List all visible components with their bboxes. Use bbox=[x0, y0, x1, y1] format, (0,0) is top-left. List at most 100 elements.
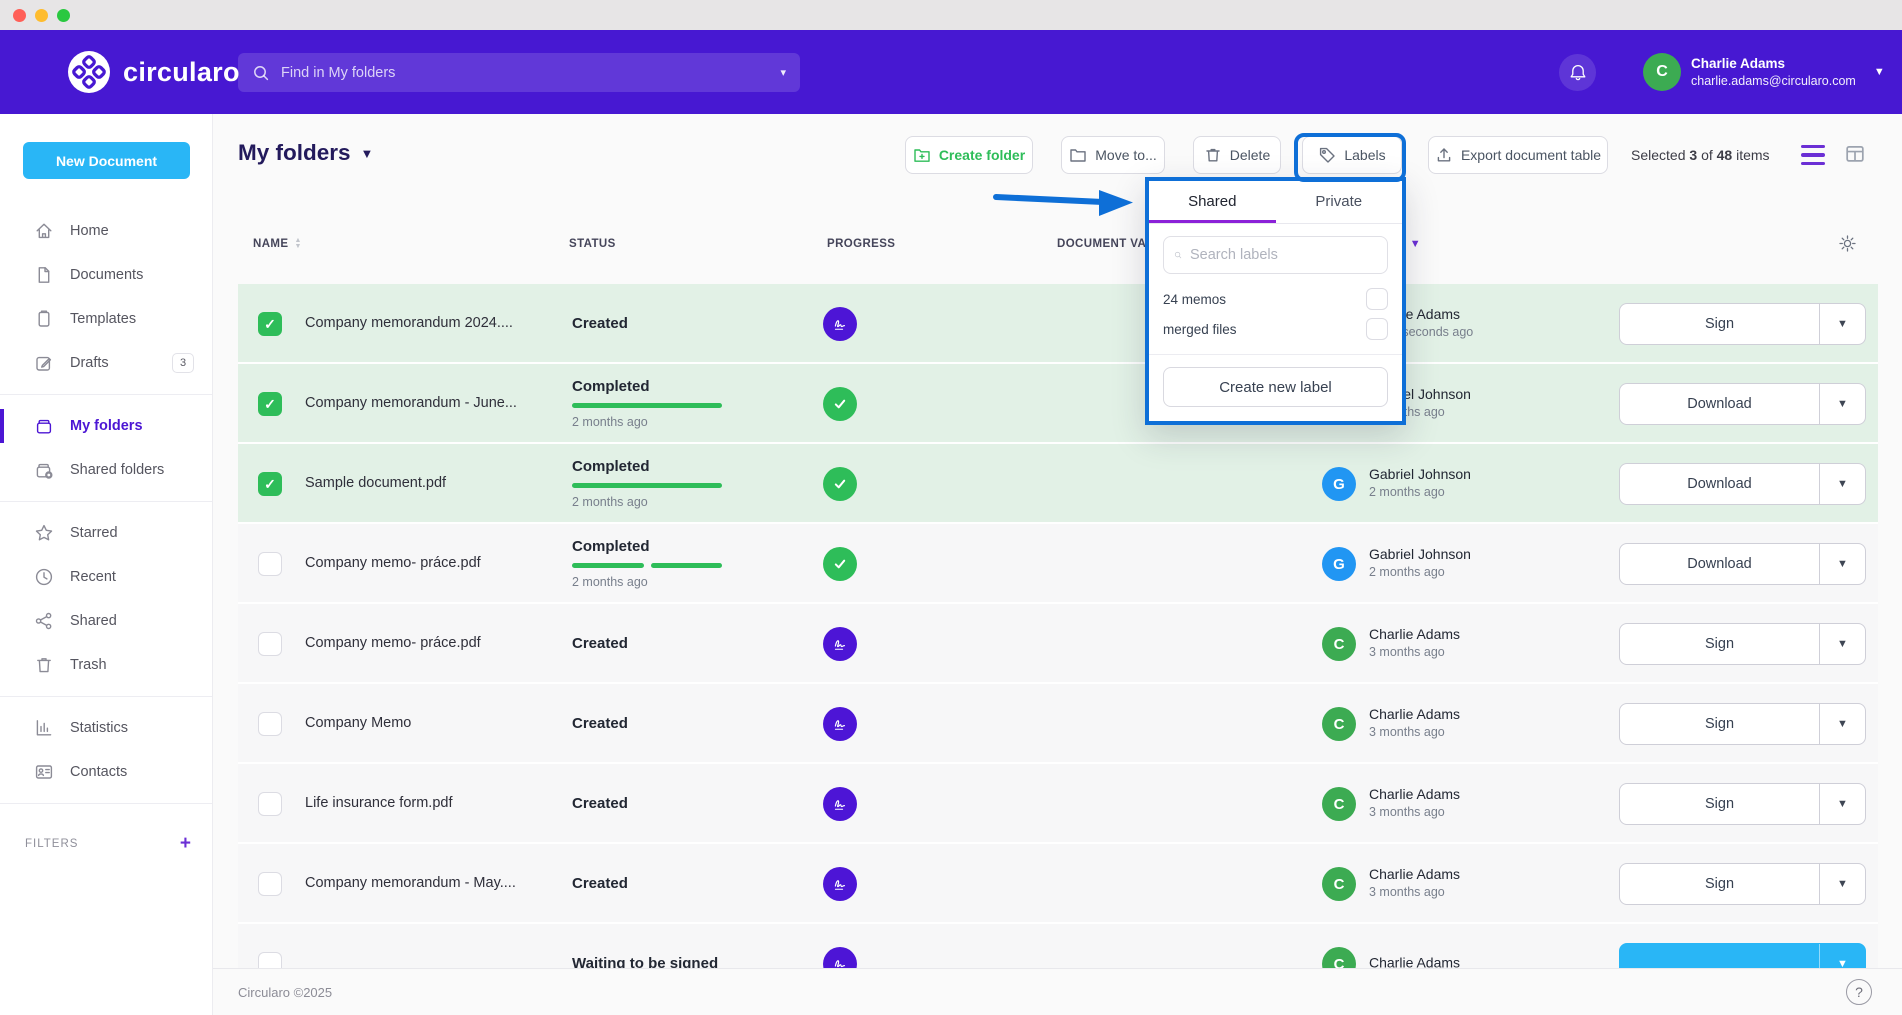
signature-progress-icon[interactable] bbox=[823, 787, 857, 821]
sidebar-item-templates[interactable]: Templates bbox=[0, 297, 212, 341]
sidebar-item-contacts[interactable]: Contacts bbox=[0, 750, 212, 794]
table-row[interactable]: ✓ Sample document.pdf Completed 2 months… bbox=[238, 444, 1878, 524]
table-row[interactable]: ✓ Company memo- práce.pdf Completed 2 mo… bbox=[238, 524, 1878, 604]
document-name[interactable]: Company memorandum - June... bbox=[305, 364, 560, 442]
create-folder-button[interactable]: Create folder bbox=[905, 136, 1033, 174]
copyright-text: Circularo ©2025 bbox=[238, 985, 332, 1000]
table-row[interactable]: ✓ Company memo- práce.pdf Created C Char… bbox=[238, 604, 1878, 684]
sidebar-item-trash[interactable]: Trash bbox=[0, 643, 212, 687]
table-row[interactable]: ✓ Company memorandum - June... Completed… bbox=[238, 364, 1878, 444]
labels-search[interactable] bbox=[1163, 236, 1388, 274]
list-view-toggle[interactable] bbox=[1801, 145, 1825, 165]
document-name[interactable]: Company memorandum - May.... bbox=[305, 844, 560, 922]
action-dropdown-caret-icon[interactable]: ▼ bbox=[1819, 464, 1865, 504]
action-dropdown-caret-icon[interactable]: ▼ bbox=[1819, 864, 1865, 904]
page-title[interactable]: My folders ▼ bbox=[238, 140, 373, 166]
create-new-label-button[interactable]: Create new label bbox=[1163, 367, 1388, 407]
action-dropdown-caret-icon[interactable]: ▼ bbox=[1819, 384, 1865, 424]
window-zoom-button[interactable] bbox=[57, 9, 70, 22]
tab-private[interactable]: Private bbox=[1276, 181, 1403, 223]
document-name[interactable]: Company memo- práce.pdf bbox=[305, 604, 560, 682]
label-checkbox[interactable] bbox=[1366, 318, 1388, 340]
signature-progress-icon[interactable] bbox=[823, 627, 857, 661]
row-checkbox[interactable]: ✓ bbox=[258, 392, 282, 416]
export-document-table-button[interactable]: Export document table bbox=[1428, 136, 1608, 174]
document-name[interactable]: Sample document.pdf bbox=[305, 444, 560, 522]
label-item[interactable]: merged files bbox=[1163, 314, 1388, 344]
sidebar-item-home[interactable]: Home bbox=[0, 209, 212, 253]
sidebar-item-shared-folders[interactable]: Shared folders bbox=[0, 448, 212, 492]
row-action-button[interactable]: Download ▼ bbox=[1619, 543, 1866, 585]
action-dropdown-caret-icon[interactable]: ▼ bbox=[1819, 704, 1865, 744]
row-checkbox[interactable]: ✓ bbox=[258, 552, 282, 576]
progress-bar bbox=[572, 403, 722, 408]
row-action-button[interactable]: Sign ▼ bbox=[1619, 863, 1866, 905]
user-menu[interactable]: C Charlie Adams charlie.adams@circularo.… bbox=[1643, 53, 1885, 91]
sort-caret-icon[interactable]: ▼ bbox=[1410, 238, 1421, 250]
row-action-button[interactable]: Sign ▼ bbox=[1619, 783, 1866, 825]
help-button[interactable]: ? bbox=[1846, 979, 1872, 1005]
row-action-button[interactable]: Sign ▼ bbox=[1619, 623, 1866, 665]
document-name[interactable]: Company memorandum 2024.... bbox=[305, 284, 560, 362]
brand-logo[interactable]: circularo bbox=[68, 51, 240, 93]
window-close-button[interactable] bbox=[13, 9, 26, 22]
sidebar-item-shared[interactable]: Shared bbox=[0, 599, 212, 643]
signature-progress-icon[interactable] bbox=[823, 307, 857, 341]
table-row[interactable]: ✓ Company memorandum - May.... Created C… bbox=[238, 844, 1878, 924]
notifications-button[interactable] bbox=[1559, 54, 1596, 91]
completed-progress-icon[interactable] bbox=[823, 547, 857, 581]
sidebar-item-drafts[interactable]: Drafts 3 bbox=[0, 341, 212, 385]
completed-progress-icon[interactable] bbox=[823, 467, 857, 501]
action-dropdown-caret-icon[interactable]: ▼ bbox=[1819, 784, 1865, 824]
sidebar-item-statistics[interactable]: Statistics bbox=[0, 706, 212, 750]
row-action-button[interactable]: Download ▼ bbox=[1619, 463, 1866, 505]
window-minimize-button[interactable] bbox=[35, 9, 48, 22]
signature-progress-icon[interactable] bbox=[823, 867, 857, 901]
sidebar-item-starred[interactable]: Starred bbox=[0, 511, 212, 555]
status-time: 2 months ago bbox=[572, 575, 797, 589]
search-input[interactable] bbox=[281, 65, 769, 81]
document-name[interactable]: Company memo- práce.pdf bbox=[305, 524, 560, 602]
check-icon: ✓ bbox=[264, 476, 276, 493]
page-title-caret-icon[interactable]: ▼ bbox=[361, 146, 374, 161]
row-action-button[interactable]: Sign ▼ bbox=[1619, 703, 1866, 745]
table-row[interactable]: ✓ Company Memo Created C Charlie Adams 3… bbox=[238, 684, 1878, 764]
row-checkbox[interactable]: ✓ bbox=[258, 312, 282, 336]
add-filter-button[interactable]: + bbox=[180, 833, 192, 855]
sidebar-item-my-folders[interactable]: My folders bbox=[0, 404, 212, 448]
action-dropdown-caret-icon[interactable]: ▼ bbox=[1819, 304, 1865, 344]
row-checkbox[interactable]: ✓ bbox=[258, 472, 282, 496]
sidebar-item-recent[interactable]: Recent bbox=[0, 555, 212, 599]
column-settings-button[interactable] bbox=[1838, 234, 1857, 253]
row-checkbox[interactable]: ✓ bbox=[258, 712, 282, 736]
action-dropdown-caret-icon[interactable]: ▼ bbox=[1819, 624, 1865, 664]
modified-by-cell: Charlie Adams 3 months ago bbox=[1369, 866, 1460, 900]
label-checkbox[interactable] bbox=[1366, 288, 1388, 310]
label-item[interactable]: 24 memos bbox=[1163, 284, 1388, 314]
row-checkbox[interactable]: ✓ bbox=[258, 872, 282, 896]
search-scope-caret-icon[interactable]: ▾ bbox=[780, 66, 786, 79]
signature-progress-icon[interactable] bbox=[823, 707, 857, 741]
row-action-button[interactable]: Sign ▼ bbox=[1619, 303, 1866, 345]
sidebar-item-documents[interactable]: Documents bbox=[0, 253, 212, 297]
completed-progress-icon[interactable] bbox=[823, 387, 857, 421]
new-document-button[interactable]: New Document bbox=[23, 142, 190, 179]
move-to-button[interactable]: Move to... bbox=[1061, 136, 1165, 174]
row-checkbox[interactable]: ✓ bbox=[258, 632, 282, 656]
row-action-button[interactable]: Download ▼ bbox=[1619, 383, 1866, 425]
tab-shared[interactable]: Shared bbox=[1149, 181, 1276, 223]
row-checkbox[interactable]: ✓ bbox=[258, 792, 282, 816]
labels-button[interactable]: Labels bbox=[1302, 136, 1402, 174]
sort-icon[interactable]: ▲▼ bbox=[294, 238, 301, 250]
table-row[interactable]: ✓ Life insurance form.pdf Created C Char… bbox=[238, 764, 1878, 844]
edit-pencil-icon bbox=[34, 353, 54, 373]
document-name[interactable]: Life insurance form.pdf bbox=[305, 764, 560, 842]
global-search[interactable]: ▾ bbox=[238, 53, 800, 92]
labels-search-input[interactable] bbox=[1190, 247, 1377, 263]
document-name[interactable]: Company Memo bbox=[305, 684, 560, 762]
question-mark-icon: ? bbox=[1855, 984, 1863, 1000]
grid-view-toggle[interactable] bbox=[1843, 143, 1867, 165]
action-dropdown-caret-icon[interactable]: ▼ bbox=[1819, 544, 1865, 584]
delete-button[interactable]: Delete bbox=[1193, 136, 1281, 174]
table-row[interactable]: ✓ Company memorandum 2024.... Created C … bbox=[238, 284, 1878, 364]
